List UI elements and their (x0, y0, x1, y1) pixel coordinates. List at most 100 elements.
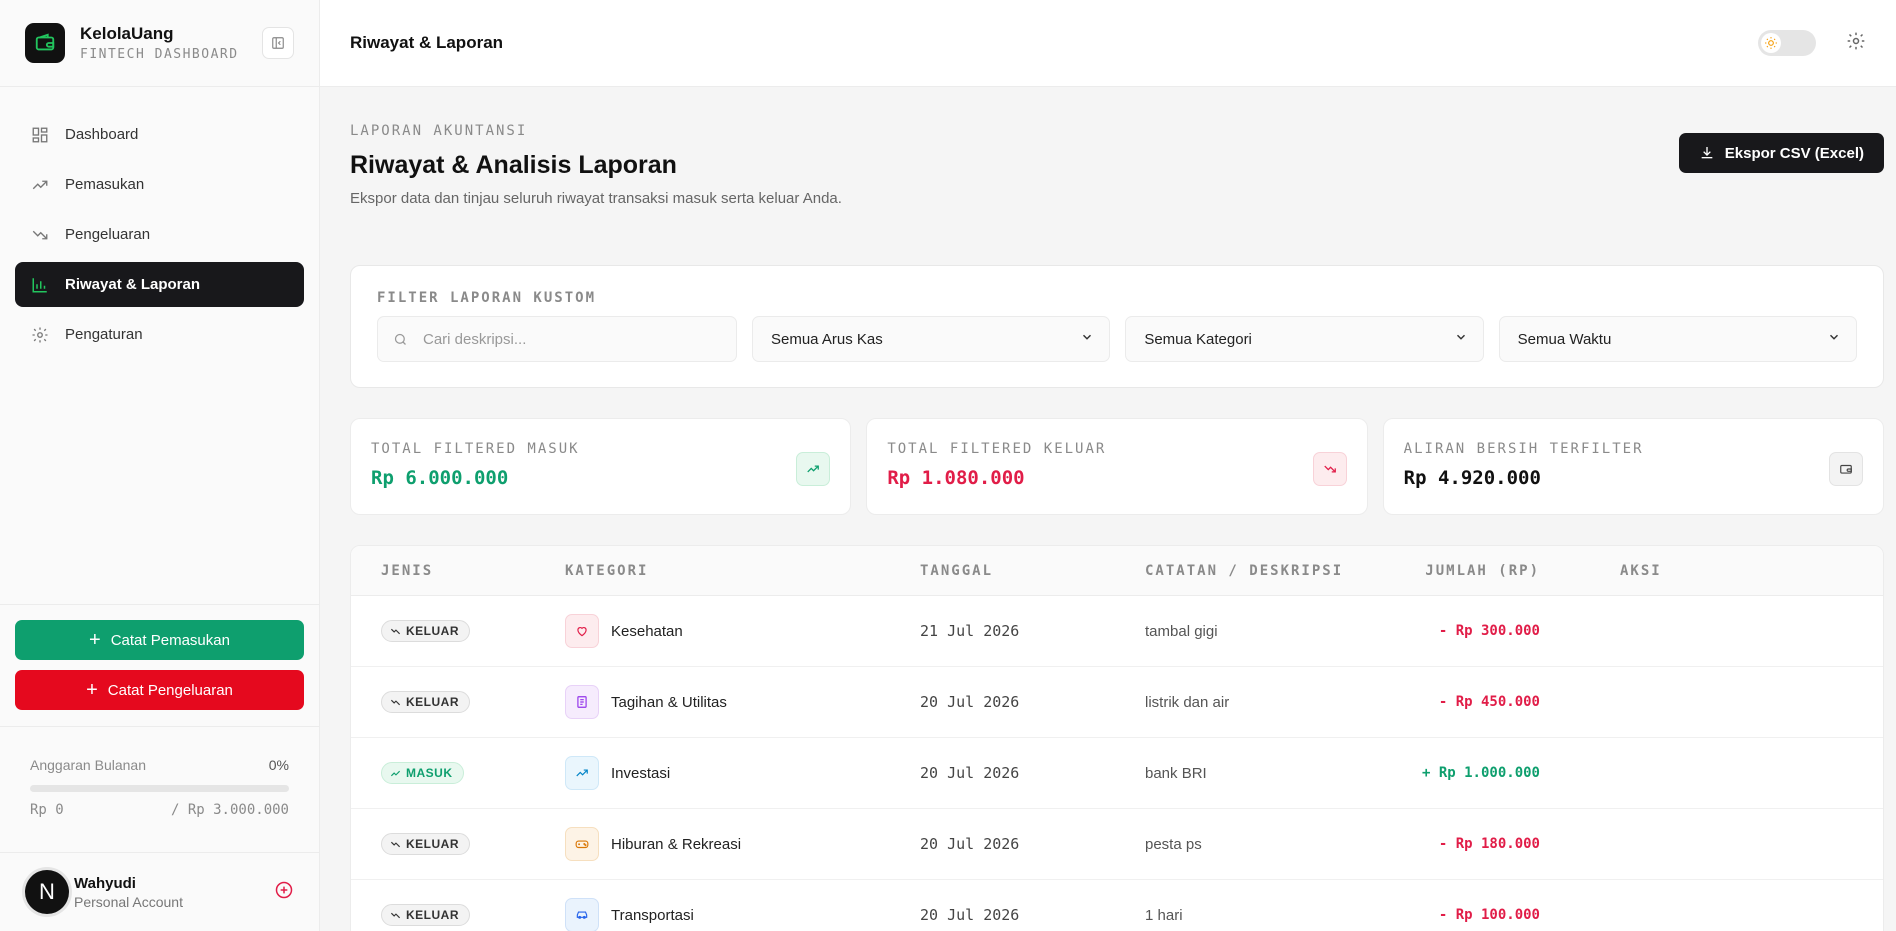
stat-label: TOTAL FILTERED MASUK (371, 441, 580, 457)
date-cell: 20 Jul 2026 (920, 835, 1020, 853)
sidebar-item-riwayat-laporan[interactable]: Riwayat & Laporan (15, 262, 304, 307)
sidebar-nav: Dashboard Pemasukan Pengeluaran Riwayat … (0, 87, 319, 362)
add-income-label: Catat Pemasukan (110, 631, 230, 649)
gear-icon (30, 325, 50, 345)
collapse-sidebar-button[interactable] (262, 27, 294, 59)
category-name: Investasi (611, 764, 671, 782)
user-name: Wahyudi (74, 874, 136, 892)
sidebar: KelolaUang FINTECH DASHBOARD Dashboard P… (0, 0, 320, 931)
transactions-table: JENIS KATEGORI TANGGAL CATATAN / DESKRIP… (350, 545, 1884, 931)
sidebar-item-label: Pengeluaran (65, 226, 151, 243)
trend-up-icon (30, 175, 50, 195)
col-date-header[interactable]: TANGGAL (920, 563, 1145, 579)
category-select[interactable]: Semua Kategori (1125, 316, 1484, 362)
type-badge: KELUAR (381, 620, 470, 642)
table-row[interactable]: MASUK Investasi 20 Jul 2026 bank BRI + R… (351, 738, 1883, 809)
stat-net-flow: ALIRAN BERSIH TERFILTER Rp 4.920.000 (1382, 418, 1884, 515)
table-header: JENIS KATEGORI TANGGAL CATATAN / DESKRIP… (351, 546, 1883, 596)
chevron-down-icon (1454, 330, 1468, 348)
col-amount-header[interactable]: JUMLAH (RP) (1375, 563, 1540, 579)
time-select[interactable]: Semua Waktu (1498, 316, 1857, 362)
budget-progress-bar (30, 785, 289, 792)
user-profile[interactable]: N Wahyudi Personal Account (0, 852, 319, 931)
amount-cell: - Rp 100.000 (1438, 907, 1540, 923)
theme-toggle[interactable] (1758, 30, 1816, 56)
chevron-down-icon (1080, 330, 1094, 348)
trend-up-icon (390, 768, 401, 779)
col-category-header[interactable]: KATEGORI (565, 563, 920, 579)
budget-label: Anggaran Bulanan (30, 757, 146, 773)
table-row[interactable]: KELUAR Kesehatan 21 Jul 2026 tambal gigi… (351, 596, 1883, 667)
add-income-button[interactable]: + Catat Pemasukan (15, 620, 304, 660)
brand-text: KelolaUang FINTECH DASHBOARD (80, 24, 262, 62)
sidebar-item-pemasukan[interactable]: Pemasukan (15, 162, 304, 207)
trend-down-icon (390, 697, 401, 708)
gamepad-icon (565, 827, 599, 861)
sidebar-collapse-icon (272, 37, 284, 49)
sidebar-item-dashboard[interactable]: Dashboard (15, 112, 304, 157)
sidebar-item-pengaturan[interactable]: Pengaturan (15, 312, 304, 357)
category-name: Hiburan & Rekreasi (611, 835, 742, 853)
brand-subtitle: FINTECH DASHBOARD (80, 47, 239, 62)
category-name: Transportasi (611, 906, 694, 924)
chevron-down-icon (1827, 330, 1841, 348)
time-selected: Semua Waktu (1517, 330, 1612, 348)
trend-down-icon (390, 839, 401, 850)
quick-actions: + Catat Pemasukan + Catat Pengeluaran (0, 604, 319, 720)
search-placeholder: Cari deskripsi... (423, 330, 527, 348)
table-row[interactable]: KELUAR Hiburan & Rekreasi 20 Jul 2026 pe… (351, 809, 1883, 880)
export-label: Ekspor CSV (Excel) (1724, 144, 1864, 162)
brand-name: KelolaUang (80, 24, 174, 43)
stat-label: ALIRAN BERSIH TERFILTER (1403, 441, 1644, 457)
sidebar-item-label: Pengaturan (65, 326, 143, 343)
note-cell: pesta ps (1145, 835, 1202, 853)
stat-value: Rp 1.080.000 (887, 467, 1025, 489)
table-row[interactable]: KELUAR Tagihan & Utilitas 20 Jul 2026 li… (351, 667, 1883, 738)
filter-title: FILTER LAPORAN KUSTOM (377, 290, 597, 306)
export-csv-button[interactable]: Ekspor CSV (Excel) (1678, 133, 1884, 173)
note-cell: tambal gigi (1145, 622, 1218, 640)
amount-cell: - Rp 300.000 (1438, 623, 1540, 639)
settings-gear-icon[interactable] (1846, 31, 1866, 56)
search-input[interactable]: Cari deskripsi... (377, 316, 737, 362)
trend-down-icon (30, 225, 50, 245)
type-label: KELUAR (406, 837, 459, 851)
col-type-header[interactable]: JENIS (351, 563, 565, 579)
wallet-logo-icon (25, 23, 65, 63)
add-expense-label: Catat Pengeluaran (107, 681, 233, 699)
bar-chart-icon (30, 275, 50, 295)
cashflow-select[interactable]: Semua Arus Kas (752, 316, 1111, 362)
topbar: Riwayat & Laporan (320, 0, 1896, 87)
plus-icon: + (86, 679, 98, 701)
budget-spent: Rp 0 (30, 802, 64, 818)
trend-down-icon (1312, 452, 1347, 486)
trend-down-icon (390, 626, 401, 637)
trend-up-icon (565, 756, 599, 790)
sun-icon (1761, 33, 1781, 53)
type-label: KELUAR (406, 695, 459, 709)
topbar-title: Riwayat & Laporan (350, 33, 504, 52)
add-account-icon[interactable] (274, 880, 294, 905)
col-note-header[interactable]: CATATAN / DESKRIPSI (1145, 563, 1375, 579)
budget-percent: 0% (268, 757, 289, 773)
type-label: KELUAR (406, 908, 459, 922)
date-cell: 20 Jul 2026 (920, 764, 1020, 782)
date-cell: 20 Jul 2026 (920, 906, 1020, 924)
search-icon (393, 332, 408, 347)
sidebar-item-label: Pemasukan (65, 176, 145, 193)
monthly-budget: Anggaran Bulanan 0% Rp 0 / Rp 3.000.000 (0, 726, 319, 852)
add-expense-button[interactable]: + Catat Pengeluaran (15, 670, 304, 710)
grid-icon (30, 125, 50, 145)
page-subtitle: Ekspor data dan tinjau seluruh riwayat t… (350, 190, 842, 207)
category-name: Kesehatan (611, 622, 683, 640)
sidebar-item-label: Dashboard (65, 126, 139, 143)
stat-label: TOTAL FILTERED KELUAR (887, 441, 1107, 457)
trend-up-icon (796, 452, 831, 486)
receipt-icon (565, 685, 599, 719)
date-cell: 21 Jul 2026 (920, 622, 1020, 640)
sidebar-item-pengeluaran[interactable]: Pengeluaran (15, 212, 304, 257)
table-row[interactable]: KELUAR Transportasi 20 Jul 2026 1 hari -… (351, 880, 1883, 931)
filter-card: FILTER LAPORAN KUSTOM Cari deskripsi... … (350, 265, 1884, 388)
page-title: Riwayat & Analisis Laporan (350, 151, 677, 179)
download-icon (1699, 145, 1715, 161)
